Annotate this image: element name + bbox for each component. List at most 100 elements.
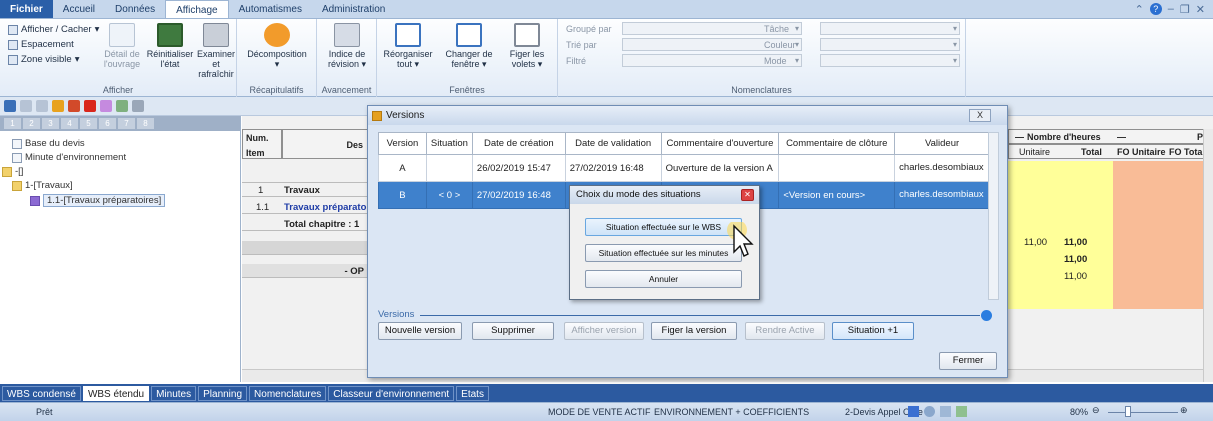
col-date-creation[interactable]: Date de création xyxy=(471,132,566,155)
level-button[interactable]: 5 xyxy=(80,118,97,129)
table-row[interactable]: Total chapitre : 1 xyxy=(242,217,368,231)
zoom-out-button[interactable]: ⊖ xyxy=(1092,405,1100,416)
tab-administration[interactable]: Administration xyxy=(312,0,395,18)
table-row[interactable]: 1.1 Travaux préparatoi xyxy=(242,200,369,214)
tab-automatismes[interactable]: Automatismes xyxy=(229,0,312,18)
tache-select[interactable]: ▾ xyxy=(820,22,960,35)
col-date-validation[interactable]: Date de validation xyxy=(564,132,662,155)
import-icon[interactable] xyxy=(68,100,80,112)
group-recapitulatifs: Décomposition ▾ Récapitulatifs xyxy=(237,19,317,97)
figer-volets-button[interactable]: Figer les volets ▾ xyxy=(501,23,553,69)
total-hours-cell[interactable]: 11,00 xyxy=(1064,271,1087,282)
changer-fenetre-button[interactable]: Changer de fenêtre ▾ xyxy=(439,23,499,69)
table-icon[interactable] xyxy=(116,100,128,112)
status-table-icon[interactable] xyxy=(956,406,967,417)
zoom-slider[interactable] xyxy=(1108,412,1178,413)
indice-revision-button[interactable]: Indice de révision ▾ xyxy=(319,23,375,69)
espacement-button[interactable]: Espacement xyxy=(8,39,74,50)
edit-icon[interactable] xyxy=(100,100,112,112)
table-row[interactable]: 1 Travaux xyxy=(242,183,368,197)
couleur-select[interactable]: ▾ xyxy=(820,38,960,51)
tab-affichage[interactable]: Affichage xyxy=(165,0,229,18)
undo-icon[interactable] xyxy=(20,100,32,112)
reorganiser-button[interactable]: Réorganiser tout ▾ xyxy=(379,23,437,69)
level-button[interactable]: 6 xyxy=(99,118,116,129)
col-valideur[interactable]: Valideur xyxy=(894,132,990,155)
minimize-icon[interactable]: – xyxy=(1168,3,1174,15)
tree-item-base-devis[interactable]: Base du devis xyxy=(12,138,85,149)
col-num-header: Num. Item xyxy=(242,129,282,159)
reinitialiser-button[interactable]: Réinitialiser l'état xyxy=(145,23,195,69)
tree-item-minute-env[interactable]: Minute d'environnement xyxy=(12,152,126,163)
filtre-label: Filtré xyxy=(566,56,586,66)
sheet-tab-wbs-etendu[interactable]: WBS étendu xyxy=(82,385,150,401)
figer-version-button[interactable]: Figer la version xyxy=(651,322,737,340)
redo-icon[interactable] xyxy=(36,100,48,112)
afficher-version-button[interactable]: Afficher version xyxy=(564,322,644,340)
level-button[interactable]: 7 xyxy=(118,118,135,129)
nouvelle-version-button[interactable]: Nouvelle version xyxy=(378,322,462,340)
col-comment-open[interactable]: Commentaire d'ouverture xyxy=(660,132,780,155)
unit-hours-cell[interactable]: 11,00 xyxy=(1024,237,1047,248)
table-row xyxy=(242,169,368,183)
situation-plus-one-button[interactable]: Situation +1 xyxy=(832,322,914,340)
save-icon[interactable] xyxy=(4,100,16,112)
mode-dialog-close-icon[interactable]: ✕ xyxy=(741,189,754,201)
sheet-tab-planning[interactable]: Planning xyxy=(198,385,248,401)
sheet-tab-minutes[interactable]: Minutes xyxy=(151,385,197,401)
level-button[interactable]: 4 xyxy=(61,118,78,129)
delete-icon[interactable] xyxy=(84,100,96,112)
situation-wbs-button[interactable]: Situation effectuée sur le WBS xyxy=(585,218,742,236)
versions-scrollbar[interactable] xyxy=(988,132,999,300)
decomposition-button[interactable]: Décomposition ▾ xyxy=(241,23,313,69)
zone-visible-button[interactable]: Zone visible ▾ xyxy=(8,54,79,65)
col-situation[interactable]: Situation xyxy=(425,132,473,155)
level-button[interactable]: 3 xyxy=(42,118,59,129)
detail-ouvrage-button[interactable]: Détail de l'ouvrage xyxy=(99,23,145,69)
tools-icon xyxy=(203,23,229,47)
group-fenetres: Réorganiser tout ▾ Changer de fenêtre ▾ Fi… xyxy=(377,19,558,97)
info-icon[interactable] xyxy=(981,310,992,321)
collapse-ribbon-icon[interactable]: ⌃ xyxy=(1135,3,1144,16)
annuler-button[interactable]: Annuler xyxy=(585,270,742,288)
examiner-button[interactable]: Examiner et rafraîchir xyxy=(195,23,237,79)
situation-minutes-button[interactable]: Situation effectuée sur les minutes xyxy=(585,244,742,262)
groupe-par-label: Groupé par xyxy=(566,24,612,34)
col-comment-close[interactable]: Commentaire de clôture xyxy=(778,132,896,155)
show-hide-button[interactable]: Afficher / Cacher ▾ xyxy=(8,24,99,35)
close-icon[interactable]: ✕ xyxy=(1196,3,1205,16)
level-button[interactable]: 8 xyxy=(137,118,154,129)
level-button[interactable]: 1 xyxy=(4,118,21,129)
restore-icon[interactable]: ❐ xyxy=(1180,3,1190,16)
col-version[interactable]: Version xyxy=(378,132,427,155)
tree-item-root[interactable]: -[] xyxy=(2,166,23,177)
tab-donnees[interactable]: Données xyxy=(105,0,165,18)
sheet-tab-etats[interactable]: Etats xyxy=(456,385,489,401)
tree-item-travaux-preparatoires[interactable]: 1.1-[Travaux préparatoires] xyxy=(30,194,166,207)
level-button[interactable]: 2 xyxy=(23,118,40,129)
total-hours-cell[interactable]: 11,00 xyxy=(1064,254,1087,265)
zoom-slider-thumb[interactable] xyxy=(1125,406,1131,417)
versions-close-button[interactable]: X xyxy=(969,109,991,122)
tree-item-travaux[interactable]: 1-[Travaux] xyxy=(12,180,73,191)
status-globe-icon[interactable] xyxy=(924,406,935,417)
help-icon[interactable]: ? xyxy=(1149,3,1162,15)
tab-accueil[interactable]: Accueil xyxy=(53,0,105,18)
fermer-button[interactable]: Fermer xyxy=(939,352,997,370)
mode-select[interactable]: ▾ xyxy=(820,54,960,67)
sheet-tab-wbs-condense[interactable]: WBS condensé xyxy=(2,385,81,401)
insert-icon[interactable] xyxy=(52,100,64,112)
freeze-panes-icon xyxy=(514,23,540,47)
supprimer-button[interactable]: Supprimer xyxy=(472,322,554,340)
status-layout-icon[interactable] xyxy=(940,406,951,417)
table-row[interactable]: A 26/02/2019 15:47 27/02/2019 16:48 Ouve… xyxy=(378,154,990,182)
status-grid-icon[interactable] xyxy=(908,406,919,417)
zoom-in-button[interactable]: ⊕ xyxy=(1180,405,1188,416)
total-hours-cell[interactable]: 11,00 xyxy=(1064,237,1087,248)
customize-icon[interactable] xyxy=(132,100,144,112)
sheet-tab-classeur-environnement[interactable]: Classeur d'environnement xyxy=(328,385,455,401)
sheet-tab-nomenclatures[interactable]: Nomenclatures xyxy=(249,385,327,401)
rendre-active-button[interactable]: Rendre Active xyxy=(745,322,825,340)
vertical-scrollbar[interactable] xyxy=(1203,129,1213,382)
tab-fichier[interactable]: Fichier xyxy=(0,0,53,18)
